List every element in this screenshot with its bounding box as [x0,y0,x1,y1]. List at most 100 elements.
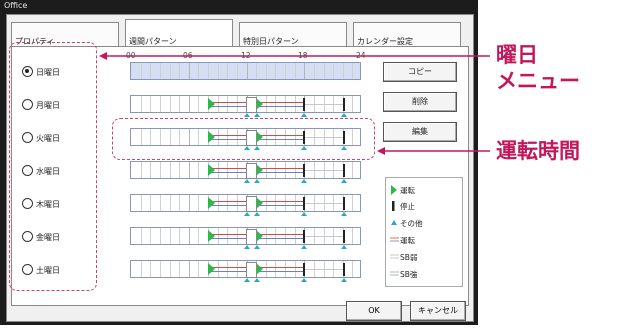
bracket-marker [246,196,257,212]
run-marker-icon [391,185,397,195]
hour-tick [159,228,161,244]
hour-tick [140,162,142,178]
day-timebar[interactable] [130,260,361,282]
hour-tick [227,195,229,211]
day-menu-highlight [9,42,97,291]
hour-tick [285,195,286,211]
bracket-marker [246,97,257,113]
hour-tick [265,162,267,178]
day-timebar[interactable] [130,62,361,80]
hour-tick [198,162,200,178]
hour-tick [246,63,248,79]
hour-tick [198,261,200,277]
sb-line [305,104,345,105]
hour-tick [198,96,200,112]
sb-line [305,236,345,237]
hour-tick [188,228,190,244]
hour-tick [236,96,238,112]
hour-tick [294,261,296,277]
window-title: Office [4,1,28,10]
hour-tick [198,63,200,79]
other-marker-icon [244,113,250,117]
hour-tick [179,96,181,112]
hour-tick [236,63,238,79]
day-timebar[interactable] [130,161,361,183]
hour-tick [352,63,354,79]
run-line [259,201,305,202]
stop-marker-icon [303,197,305,210]
edit-button[interactable]: 編集 [383,122,457,142]
hour-tick [169,195,171,211]
hour-tick [227,96,229,112]
other-marker-icon [301,113,307,117]
hour-tick [352,261,354,277]
tab-special-day-pattern[interactable]: 特別日パターン [239,22,347,46]
tab-weekly-pattern[interactable]: 週間パターン [125,19,233,47]
hour-tick [285,228,286,244]
hour-label: 18 [298,51,308,60]
hour-tick [198,228,200,244]
bracket-marker [246,262,257,278]
hour-tick [150,162,152,178]
stop-marker-icon [343,197,345,210]
hour-tick [285,63,286,79]
sb-line [305,203,345,204]
day-timebar[interactable] [130,95,361,117]
hour-tick [294,63,296,79]
other-marker-icon [244,212,250,216]
hour-tick [294,162,296,178]
run-marker-icon [208,197,215,209]
hour-tick [217,195,219,211]
run-line [259,267,305,268]
hour-tick [169,162,171,178]
other-marker-icon [244,278,250,282]
day-timebar[interactable] [130,194,361,216]
run-line-icon [390,237,399,242]
run-marker-icon [208,164,215,176]
hour-tick [208,63,209,79]
tab-calendar-settings[interactable]: カレンダー設定 [353,22,461,46]
hour-tick [323,63,325,79]
hour-tick [150,195,152,211]
hour-tick [150,228,152,244]
sb-line [305,269,345,270]
legend: 運転 停止 その他 運転 SB弱 SB強 [385,177,463,287]
hour-tick [236,162,238,178]
run-marker-icon [256,164,263,176]
hour-tick [236,228,238,244]
other-marker-icon [341,212,347,216]
other-marker-icon [244,179,250,183]
hour-tick [179,261,181,277]
hour-tick [236,261,238,277]
hour-tick [285,96,286,112]
hour-tick [333,63,335,79]
hour-tick [217,63,219,79]
stop-marker-icon [343,263,345,276]
hour-tick [265,228,267,244]
delete-button[interactable]: 削除 [383,92,457,112]
copy-button[interactable]: コピー [383,62,457,82]
hour-tick [188,162,190,178]
hour-tick [140,63,142,79]
stop-marker-icon [343,230,345,243]
hour-tick [188,261,190,277]
other-marker-icon [391,220,397,225]
bracket-marker [246,229,257,245]
hour-tick [342,63,344,79]
cancel-button[interactable]: キャンセル [410,301,466,321]
hour-tick [159,195,161,211]
other-marker-icon [301,212,307,216]
hour-tick [159,63,161,79]
stop-marker-icon [303,263,305,276]
hour-tick [179,63,181,79]
hour-tick [140,195,142,211]
ok-button[interactable]: OK [346,301,402,321]
hour-tick [294,96,296,112]
hour-tick [159,261,161,277]
hour-tick [265,63,267,79]
hour-tick [188,63,190,79]
hour-tick [179,162,181,178]
day-timebar[interactable] [130,227,361,249]
day-menu-callout: 曜日 メニュー [496,43,580,93]
stop-marker-icon [303,230,305,243]
